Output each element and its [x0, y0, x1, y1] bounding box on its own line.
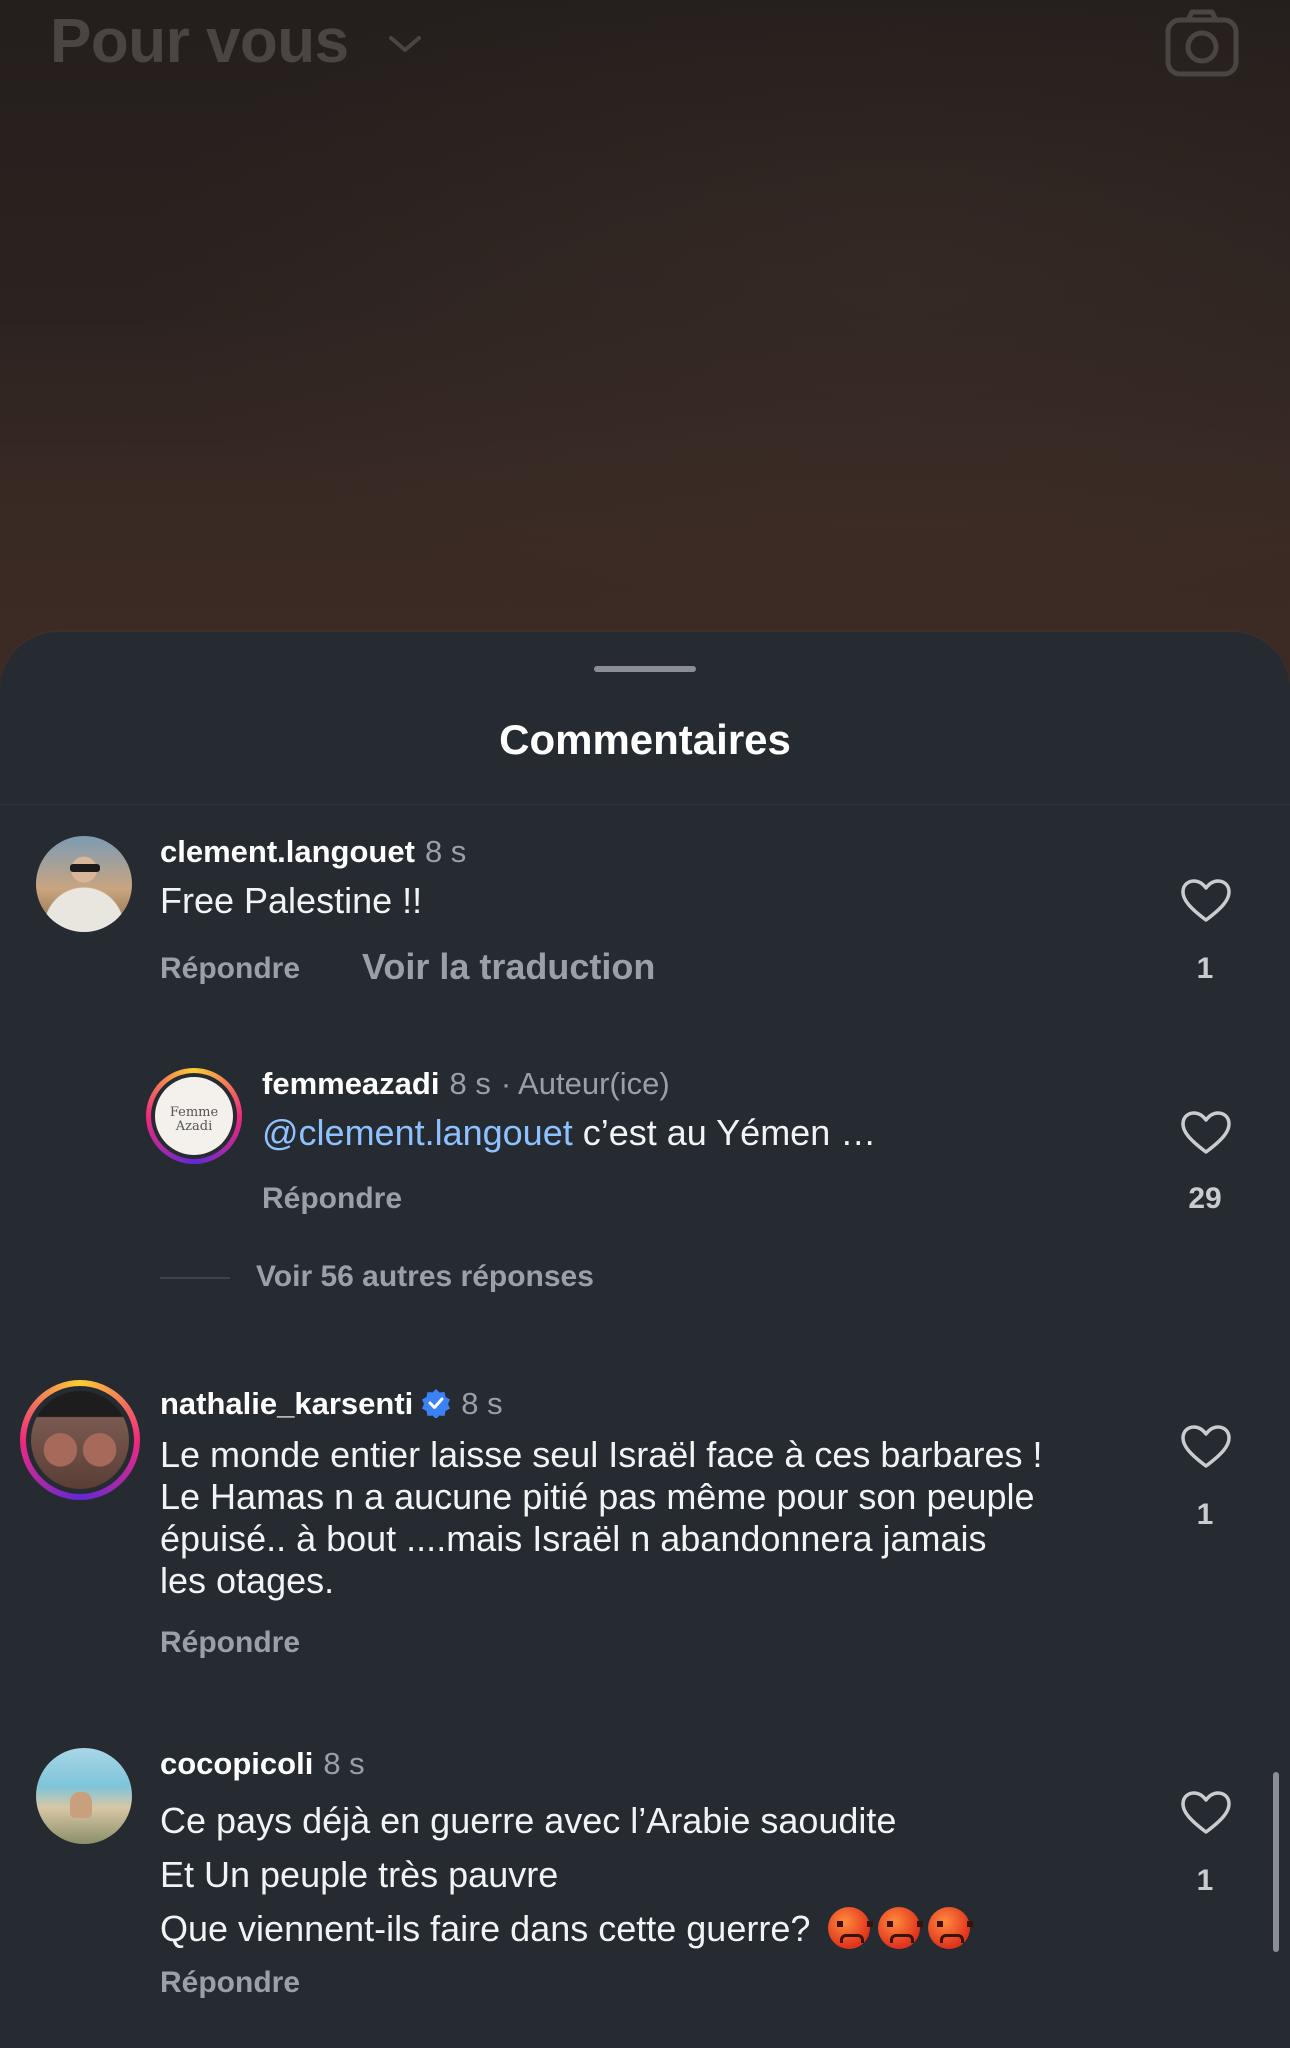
heart-icon[interactable]	[1180, 878, 1232, 924]
avatar-logo-text: Femme	[169, 1105, 219, 1120]
avatar[interactable]	[36, 1748, 132, 1844]
comment-text: Free Palestine !!	[160, 880, 423, 921]
divider	[0, 804, 1290, 805]
comments-sheet: Commentaires clement.langouet 8 s Free Pa…	[0, 632, 1290, 2048]
reply-button[interactable]: Répondre	[262, 1182, 402, 1216]
comment-line: Le Hamas n a aucune pitié pas même pour …	[160, 1476, 1035, 1517]
comment-header: nathalie_karsenti 8 s	[160, 1386, 503, 1422]
reply-button[interactable]: Répondre	[160, 952, 300, 986]
comment-header: cocopicoli 8 s	[160, 1746, 365, 1782]
like-count: 1	[1196, 1864, 1214, 1897]
heart-icon[interactable]	[1180, 1790, 1232, 1836]
like-count: 1	[1196, 952, 1214, 985]
username[interactable]: nathalie_karsenti	[160, 1386, 413, 1421]
comment-line: Le monde entier laisse seul Israël face …	[160, 1434, 1043, 1475]
heart-icon[interactable]	[1180, 1110, 1232, 1156]
comment-header: clement.langouet 8 s	[160, 834, 466, 870]
video-background	[0, 0, 1290, 700]
comment-line: épuisé.. à bout ....mais Israël n abando…	[160, 1518, 987, 1559]
feed-title[interactable]: Pour vous	[50, 6, 349, 77]
comment-text: Ce pays déjà en guerre avec l’Arabie sao…	[160, 1794, 974, 1956]
see-translation-button[interactable]: Voir la traduction	[362, 946, 655, 988]
username[interactable]: clement.langouet	[160, 834, 415, 869]
comment-text: Le monde entier laisse seul Israël face …	[160, 1434, 1042, 1602]
author-tag: · Auteur(ice)	[500, 1066, 670, 1101]
avatar[interactable]: Femme Azadi	[146, 1068, 242, 1164]
comment-text: @clement.langouet c’est au Yémen …	[262, 1112, 876, 1154]
comment-line: Et Un peuple très pauvre	[160, 1854, 559, 1895]
view-more-replies-button[interactable]: Voir 56 autres réponses	[256, 1260, 594, 1294]
reply-button[interactable]: Répondre	[160, 1966, 300, 2000]
comment-line: les otages.	[160, 1560, 335, 1601]
scrollbar[interactable]	[1273, 1772, 1279, 1952]
angry-face-emoji	[878, 1907, 924, 1949]
like-count: 29	[1188, 1182, 1222, 1215]
sheet-title: Commentaires	[499, 716, 791, 763]
sheet-grabber[interactable]	[594, 666, 696, 672]
timestamp: 8 s	[424, 834, 467, 869]
angry-face-emoji	[828, 1907, 874, 1949]
avatar[interactable]	[36, 836, 132, 932]
avatar[interactable]	[20, 1380, 140, 1500]
camera-icon[interactable]	[1164, 8, 1240, 78]
comment-line-text: Que viennent-ils faire dans cette guerre…	[160, 1908, 811, 1949]
comment-line: Ce pays déjà en guerre avec l’Arabie sao…	[160, 1800, 897, 1841]
mention-link[interactable]: @clement.langouet	[262, 1112, 573, 1153]
like-count: 1	[1196, 1498, 1214, 1531]
username[interactable]: femmeazadi	[262, 1066, 439, 1101]
username[interactable]: cocopicoli	[160, 1746, 313, 1781]
reply-button[interactable]: Répondre	[160, 1626, 300, 1660]
timestamp: 8 s	[323, 1746, 365, 1781]
top-bar: Pour vous	[0, 0, 1290, 100]
comment-line: Que viennent-ils faire dans cette guerre…	[160, 1902, 974, 1956]
timestamp: 8 s	[449, 1066, 491, 1101]
heart-icon[interactable]	[1180, 1424, 1232, 1470]
more-replies-line	[160, 1277, 230, 1279]
avatar-logo-text: Azadi	[175, 1119, 213, 1134]
comment-text-body: c’est au Yémen …	[572, 1112, 877, 1153]
verified-badge-icon	[422, 1389, 451, 1418]
angry-face-emoji	[928, 1907, 974, 1949]
timestamp: 8 s	[461, 1386, 503, 1421]
chevron-down-icon[interactable]	[385, 28, 425, 60]
comment-header: femmeazadi 8 s · Auteur(ice)	[262, 1066, 670, 1102]
